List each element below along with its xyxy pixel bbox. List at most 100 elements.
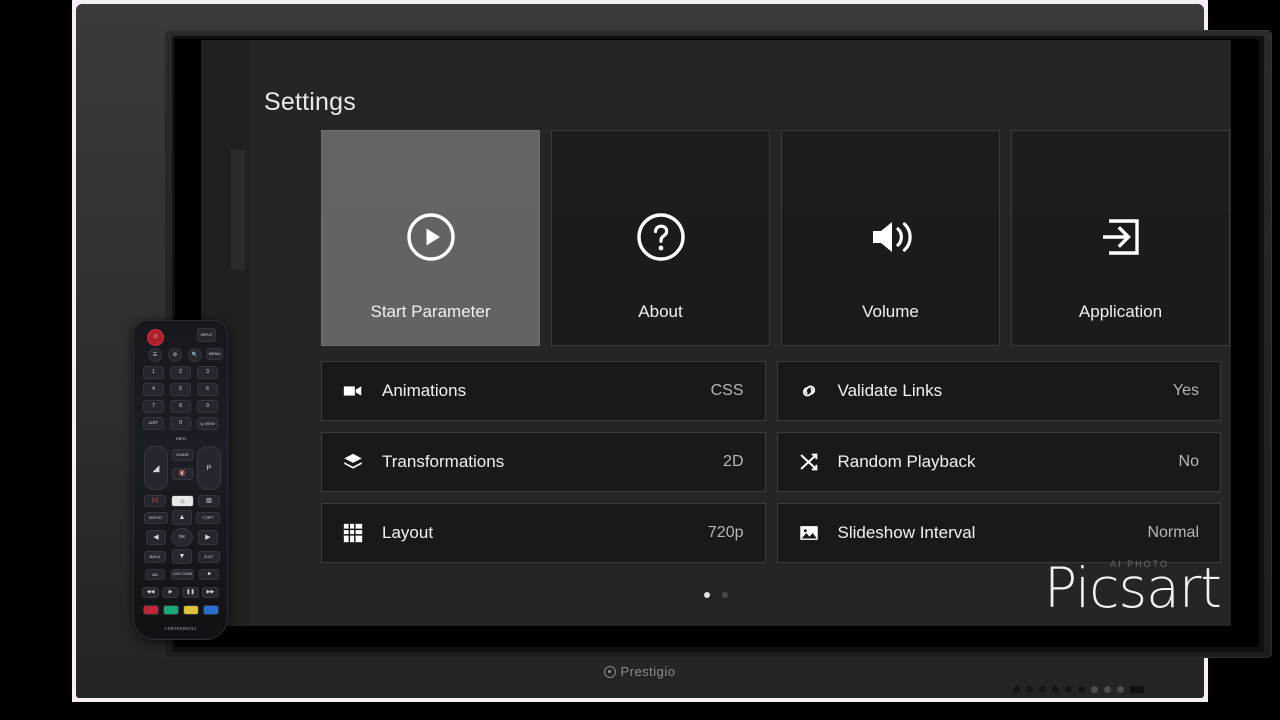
- back-button[interactable]: BACK: [144, 551, 166, 563]
- digit-7-button[interactable]: 7: [143, 400, 164, 413]
- digit-6-button[interactable]: 6: [197, 383, 218, 396]
- shuffle-icon: [796, 449, 822, 475]
- digit-4-button[interactable]: 4: [143, 383, 164, 396]
- link-icon: [796, 378, 822, 404]
- live-zoom-button[interactable]: LIVE ZOOM: [171, 569, 194, 580]
- row-slideshow-interval[interactable]: Slideshow Interval Normal: [776, 503, 1221, 563]
- digit-3-button[interactable]: 3: [197, 366, 218, 379]
- row-label: Slideshow Interval: [837, 523, 976, 542]
- guide-button[interactable]: GUIDE: [172, 449, 193, 461]
- digit-8-button[interactable]: 8: [170, 400, 191, 413]
- app-input-icon: [1012, 211, 1229, 263]
- sidebar-hint-bar: [231, 150, 245, 270]
- port-dot: [1117, 686, 1124, 693]
- tile-about[interactable]: About: [551, 130, 770, 346]
- pagination-dots[interactable]: [201, 592, 1231, 598]
- stop-button[interactable]: ■: [199, 569, 219, 580]
- row-value: No: [1178, 453, 1199, 470]
- page-button[interactable]: P: [197, 446, 221, 490]
- remote-model-number: AKB75095312: [164, 626, 197, 631]
- tv-brand-logo: Prestigio: [76, 664, 1204, 679]
- subtitle-button[interactable]: ☰: [148, 348, 162, 362]
- quick-view-button[interactable]: Q.VIEW: [197, 417, 218, 430]
- pagination-dot-1[interactable]: [704, 592, 710, 598]
- layers-icon: [340, 449, 366, 475]
- tv-remote-control: ⏻ INPUT ☰ ⚙ 🔍 MENU 1 2 3 4 5 6 7 8 9 LIS…: [133, 320, 228, 640]
- prestigio-mark-icon: [604, 665, 617, 678]
- row-layout[interactable]: Layout 720p: [321, 503, 766, 563]
- tv-brand-text: Prestigio: [620, 664, 676, 679]
- tv-ui-screen: Settings Start Parameter About Volume Ap…: [201, 40, 1231, 626]
- ok-button[interactable]: OK: [171, 528, 193, 547]
- pagination-dot-2[interactable]: [722, 592, 728, 598]
- row-value: 720p: [707, 524, 744, 541]
- rewind-button[interactable]: ◀◀: [142, 587, 159, 598]
- tile-application[interactable]: Application: [1011, 130, 1230, 346]
- dpad-up-button[interactable]: ▲: [172, 510, 192, 525]
- exit-button[interactable]: EXIT: [198, 551, 220, 563]
- digit-2-button[interactable]: 2: [170, 366, 191, 379]
- digit-9-button[interactable]: 9: [197, 400, 218, 413]
- row-label: Validate Links: [837, 381, 943, 400]
- play-circle-icon: [322, 211, 539, 263]
- tile-label: Start Parameter: [370, 302, 491, 321]
- image-icon: [796, 520, 822, 546]
- row-label: Layout: [382, 523, 434, 542]
- port-dot: [1065, 686, 1072, 693]
- digit-5-button[interactable]: 5: [170, 383, 191, 396]
- tile-label: Volume: [862, 302, 919, 321]
- subtitle2-button[interactable]: ▨: [198, 495, 220, 507]
- tile-label: Application: [1078, 302, 1163, 321]
- tile-start-parameter[interactable]: Start Parameter: [321, 130, 540, 346]
- fast-forward-button[interactable]: ▶▶: [202, 587, 219, 598]
- port-dot: [1052, 686, 1059, 693]
- row-value: 2D: [723, 453, 744, 470]
- port-dot: [1091, 686, 1098, 693]
- color-blue-button[interactable]: [203, 605, 219, 615]
- port-dot: [1078, 686, 1085, 693]
- digit-0-button[interactable]: 0: [170, 417, 191, 430]
- info-button[interactable]: INFO: [170, 434, 192, 444]
- color-green-button[interactable]: [163, 605, 179, 615]
- tv-bottom-controls: [1013, 686, 1144, 693]
- port-dot: [1039, 686, 1046, 693]
- volume-icon: [782, 211, 999, 263]
- row-value: Yes: [1172, 382, 1199, 399]
- play-button[interactable]: ▶: [162, 587, 179, 598]
- settings-row-grid: Animations CSS Validate Links Yes Transf…: [321, 361, 1221, 563]
- dpad-left-button[interactable]: ◀: [146, 530, 166, 545]
- pause-button[interactable]: ❚❚: [182, 587, 199, 598]
- row-label: Random Playback: [837, 452, 976, 471]
- audio-description-button[interactable]: AD: [145, 569, 165, 580]
- row-transformations[interactable]: Transformations 2D: [321, 432, 766, 492]
- tile-volume[interactable]: Volume: [781, 130, 1000, 346]
- port-dot: [1013, 686, 1020, 693]
- row-animations[interactable]: Animations CSS: [321, 361, 766, 421]
- settings-tile-row: Start Parameter About Volume Application: [321, 130, 1230, 346]
- tile-label: About: [638, 302, 683, 321]
- volume-label-button[interactable]: [V]: [144, 495, 166, 507]
- power-button[interactable]: ⏻: [147, 329, 164, 346]
- text-option-button[interactable]: T.OPT: [196, 512, 220, 524]
- settings-gear-button[interactable]: ⚙: [168, 348, 182, 362]
- list-button[interactable]: LIST: [143, 417, 164, 430]
- row-validate-links[interactable]: Validate Links Yes: [776, 361, 1221, 421]
- menu-button[interactable]: MENU: [206, 348, 223, 360]
- row-label: Transformations: [382, 452, 505, 471]
- row-label: Animations: [382, 381, 467, 400]
- page-title: Settings: [264, 88, 356, 116]
- watermark-text: Picsart: [1043, 556, 1222, 620]
- volume-rocker-button[interactable]: ◢: [144, 446, 168, 490]
- home-button[interactable]: ⌂: [171, 495, 194, 507]
- color-red-button[interactable]: [143, 605, 159, 615]
- dpad-right-button[interactable]: ▶: [198, 530, 218, 545]
- input-button[interactable]: INPUT: [197, 328, 216, 342]
- row-random-playback[interactable]: Random Playback No: [776, 432, 1221, 492]
- color-yellow-button[interactable]: [183, 605, 199, 615]
- mute-button[interactable]: 🔇: [172, 468, 193, 480]
- dpad-down-button[interactable]: ▼: [172, 549, 192, 564]
- digit-1-button[interactable]: 1: [143, 366, 164, 379]
- grid-icon: [340, 520, 366, 546]
- text-button[interactable]: IBTEXT: [144, 512, 168, 524]
- search-button[interactable]: 🔍: [188, 348, 202, 362]
